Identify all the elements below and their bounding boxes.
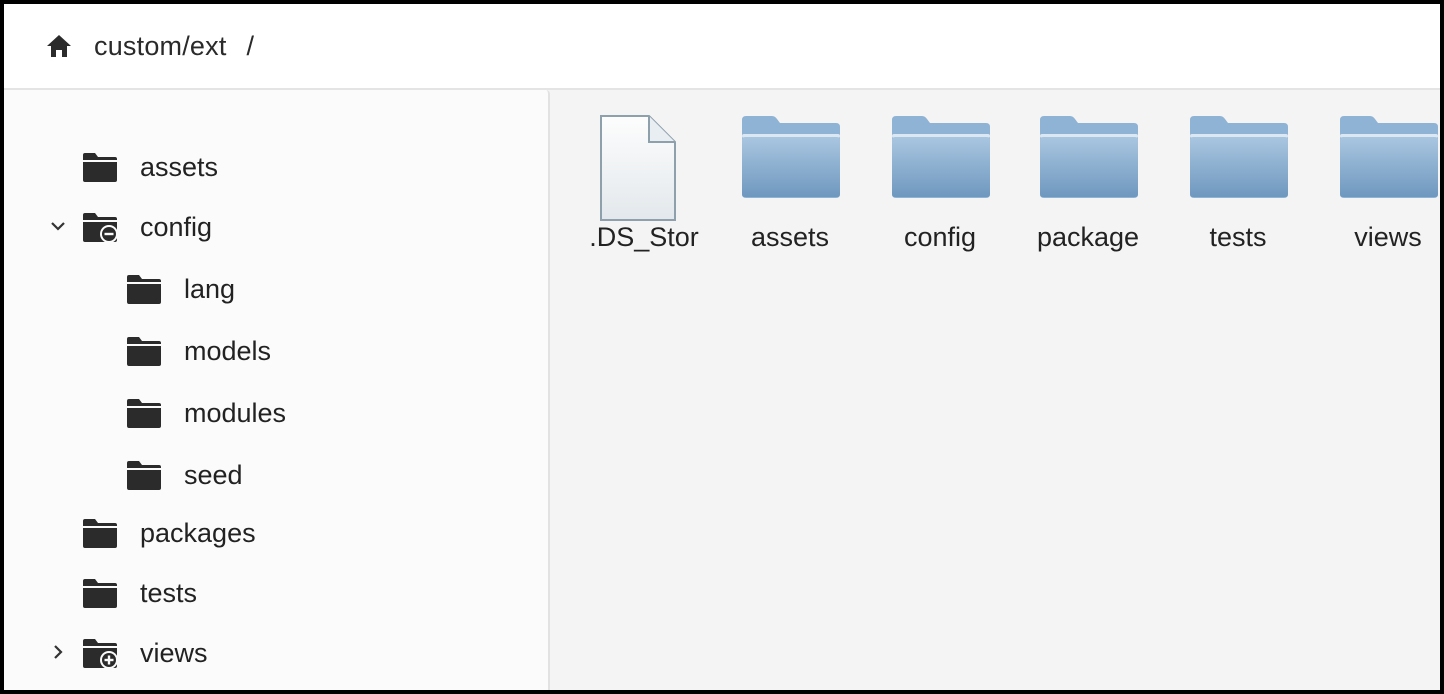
tree-item-config[interactable]: config	[4, 204, 544, 250]
folder-plus-icon	[83, 639, 118, 669]
tree-item-models[interactable]: models	[4, 328, 544, 374]
document-icon	[600, 115, 676, 221]
folder-icon	[127, 461, 161, 490]
tree-item-label: tests	[140, 578, 198, 608]
grid-item-folder[interactable]: config	[880, 90, 1000, 252]
grid-item-name: assets	[750, 222, 830, 252]
grid-item-file[interactable]: .DS_Stor	[584, 90, 704, 252]
breadcrumb-path[interactable]: custom/ext	[94, 31, 227, 62]
tree-item-label: models	[184, 336, 272, 366]
folder-icon	[1340, 116, 1438, 198]
tree-item-label: packages	[140, 518, 256, 548]
folder-icon	[1190, 116, 1288, 198]
file-browser-window: custom/ext / assets config lang models m…	[0, 0, 1444, 694]
grid-item-folder[interactable]: views	[1328, 90, 1440, 252]
grid-item-folder[interactable]: assets	[730, 90, 850, 252]
folder-icon	[83, 519, 117, 548]
file-grid: .DS_Stor assets config package tests vie…	[552, 90, 1440, 690]
tree-item-views[interactable]: views	[4, 630, 544, 676]
chevron-right-icon[interactable]	[48, 642, 68, 662]
tree-item-modules[interactable]: modules	[4, 390, 544, 436]
folder-icon	[127, 275, 161, 304]
tree-item-tests[interactable]: tests	[4, 570, 544, 616]
tree-item-label: modules	[184, 398, 287, 428]
chevron-down-icon[interactable]	[48, 216, 68, 236]
folder-tree: assets config lang models modules seed p…	[4, 90, 550, 690]
tree-item-assets[interactable]: assets	[4, 144, 544, 190]
folder-icon	[83, 579, 117, 608]
tree-item-lang[interactable]: lang	[4, 266, 544, 312]
tree-item-label: seed	[184, 460, 243, 490]
tree-item-label: config	[140, 212, 213, 242]
grid-item-folder[interactable]: tests	[1178, 90, 1298, 252]
grid-item-folder[interactable]: package	[1028, 90, 1148, 252]
folder-icon	[892, 116, 990, 198]
folder-icon	[1040, 116, 1138, 198]
grid-item-name: config	[903, 222, 977, 252]
folder-icon	[83, 153, 117, 182]
home-icon[interactable]	[44, 31, 74, 61]
folder-icon	[742, 116, 840, 198]
folder-icon	[127, 399, 161, 428]
breadcrumb: custom/ext /	[4, 4, 1440, 90]
tree-item-packages[interactable]: packages	[4, 510, 544, 556]
grid-item-name: .DS_Stor	[589, 222, 699, 252]
tree-item-label: assets	[140, 152, 219, 182]
tree-item-label: lang	[184, 274, 236, 304]
tree-item-seed[interactable]: seed	[4, 452, 544, 498]
grid-item-name: package	[1036, 222, 1140, 252]
grid-item-name: views	[1354, 222, 1422, 252]
folder-icon	[127, 337, 161, 366]
tree-item-label: views	[140, 638, 208, 668]
grid-item-name: tests	[1209, 222, 1267, 252]
breadcrumb-separator: /	[246, 30, 255, 61]
folder-minus-icon	[83, 213, 118, 243]
